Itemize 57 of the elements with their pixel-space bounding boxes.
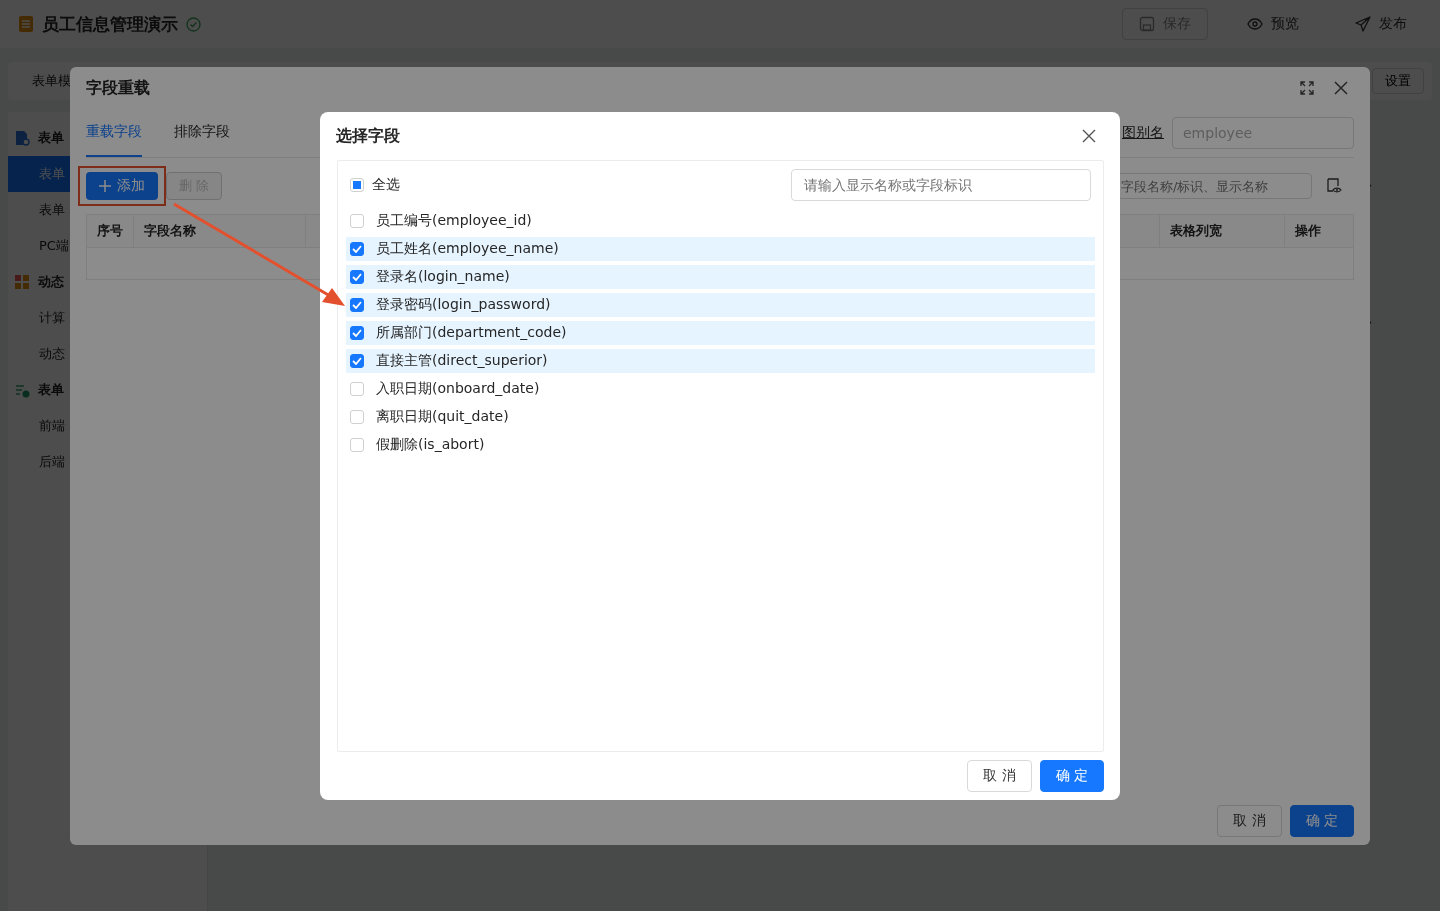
- confirm-button[interactable]: 确 定: [1039, 760, 1104, 792]
- field-label: 登录密码(login_password): [376, 296, 551, 314]
- field-label: 假删除(is_abort): [376, 436, 485, 454]
- checkbox[interactable]: [350, 270, 364, 284]
- checkbox-label: 全选: [372, 176, 400, 194]
- dialog-title: 字段重载: [86, 77, 150, 99]
- checkmark-icon: [352, 301, 362, 309]
- expand-icon: [1300, 81, 1314, 95]
- field-row[interactable]: 假删除(is_abort): [346, 433, 1095, 457]
- checkmark-icon: [352, 329, 362, 337]
- tab[interactable]: 排除字段: [174, 109, 230, 157]
- field-label: 入职日期(onboard_date): [376, 380, 540, 398]
- tab[interactable]: 重载字段: [86, 109, 142, 157]
- list-check-icon: [14, 382, 30, 398]
- page-title: 表单模: [32, 72, 71, 90]
- field-row[interactable]: 离职日期(quit_date): [346, 405, 1095, 429]
- field-label: 员工编号(employee_id): [376, 212, 532, 230]
- close-icon: [1082, 129, 1096, 143]
- field-row[interactable]: 入职日期(onboard_date): [346, 377, 1095, 401]
- field-row[interactable]: 直接主管(direct_superior): [346, 349, 1095, 373]
- grid-icon: [14, 274, 30, 290]
- checkmark-icon: [352, 273, 362, 281]
- sidebar-group-title: 表单: [38, 381, 64, 399]
- close-icon: [1334, 81, 1348, 95]
- checkbox[interactable]: [350, 298, 364, 312]
- field-label: 所属部门(department_code): [376, 324, 567, 342]
- sidebar-group-title: 表单: [38, 129, 64, 147]
- checkbox[interactable]: [350, 354, 364, 368]
- confirm-button[interactable]: 确 定: [1289, 805, 1354, 837]
- checkbox[interactable]: [350, 242, 364, 256]
- eye-icon: [1247, 16, 1263, 32]
- field-row[interactable]: 员工编号(employee_id): [346, 209, 1095, 233]
- alias-label: 图别名: [1122, 124, 1164, 142]
- monitor-eye-icon: [1326, 178, 1342, 194]
- field-row[interactable]: 所属部门(department_code): [346, 321, 1095, 345]
- field-label: 登录名(login_name): [376, 268, 510, 286]
- checkbox[interactable]: [350, 326, 364, 340]
- field-row[interactable]: 登录密码(login_password): [346, 293, 1095, 317]
- add-button[interactable]: 添加: [86, 172, 158, 200]
- cancel-button[interactable]: 取 消: [967, 760, 1032, 792]
- paper-plane-icon: [1355, 16, 1371, 32]
- plus-icon: [99, 180, 111, 192]
- checkmark-icon: [352, 357, 362, 365]
- select-all-checkbox[interactable]: [350, 178, 364, 192]
- app-title: 员工信息管理演示: [42, 12, 178, 36]
- search-field[interactable]: 请输入显示名称或字段标识: [791, 169, 1091, 201]
- sidebar-group-title: 动态: [38, 273, 64, 291]
- cancel-button[interactable]: 取 消: [1217, 805, 1282, 837]
- field-label: 直接主管(direct_superior): [376, 352, 548, 370]
- document-icon: [14, 130, 30, 146]
- field-label: 员工姓名(employee_name): [376, 240, 559, 258]
- document-icon: [18, 15, 34, 33]
- checkmark-icon: [352, 245, 362, 253]
- field-label: 离职日期(quit_date): [376, 408, 509, 426]
- field-row[interactable]: 员工姓名(employee_name): [346, 237, 1095, 261]
- field-row[interactable]: 登录名(login_name): [346, 265, 1095, 289]
- dialog-title: 选择字段: [336, 125, 400, 147]
